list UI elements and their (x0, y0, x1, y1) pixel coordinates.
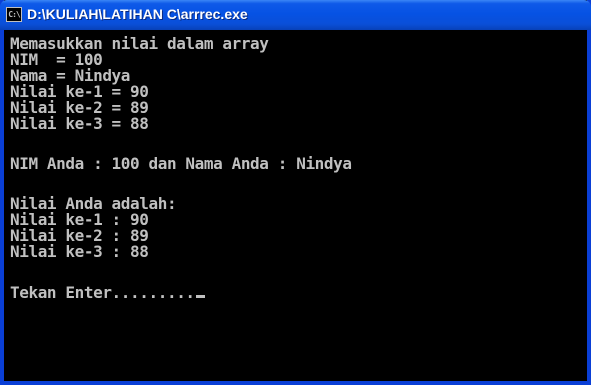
console-line-15: Tekan Enter......... (10, 283, 195, 302)
console-app-icon[interactable]: C:\ (6, 7, 22, 22)
text-cursor (195, 295, 205, 298)
console-line-6: Nilai ke-3 = 88 (10, 114, 149, 133)
console-line-13: Nilai ke-3 : 88 (10, 242, 149, 261)
console-window: C:\ D:\KULIAH\LATIHAN C\arrrec.exe Memas… (0, 0, 591, 385)
window-title: D:\KULIAH\LATIHAN C\arrrec.exe (27, 6, 248, 22)
console-line-8: NIM Anda : 100 dan Nama Anda : Nindya (10, 154, 352, 173)
console-prompt-line: Tekan Enter......... (10, 285, 205, 301)
title-bar[interactable]: C:\ D:\KULIAH\LATIHAN C\arrrec.exe (0, 0, 591, 30)
console-output[interactable]: Memasukkan nilai dalam array NIM = 100 N… (7, 33, 582, 378)
